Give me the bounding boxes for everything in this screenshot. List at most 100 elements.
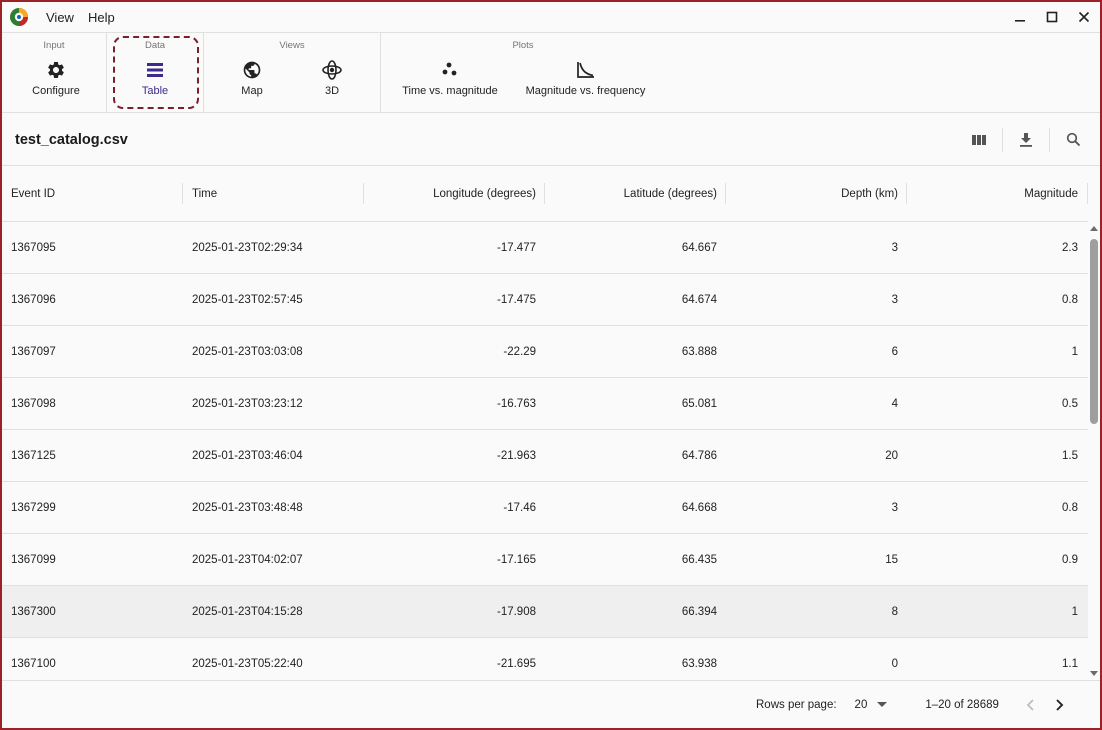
- table-row[interactable]: 1367095 2025-01-23T02:29:34 -17.477 64.6…: [2, 222, 1088, 274]
- cell-time: 2025-01-23T04:02:07: [192, 553, 303, 566]
- rows-per-page-label: Rows per page:: [756, 698, 837, 711]
- magnitude-vs-frequency-button[interactable]: Magnitude vs. frequency: [519, 59, 652, 103]
- cell-event-id: 1367125: [11, 449, 56, 462]
- cell-time: 2025-01-23T02:57:45: [192, 293, 303, 306]
- cell-latitude: 66.435: [681, 553, 717, 566]
- toolbar-divider: [1049, 127, 1050, 152]
- focus-highlight: [113, 36, 199, 109]
- column-header-magnitude[interactable]: Magnitude: [907, 166, 1088, 221]
- next-page-button[interactable]: [1045, 690, 1075, 720]
- cell-time: 2025-01-23T04:15:28: [192, 605, 303, 618]
- pagination-bar: Rows per page: 20 1–20 of 28689: [2, 680, 1100, 728]
- table-row[interactable]: 1367098 2025-01-23T03:23:12 -16.763 65.0…: [2, 378, 1088, 430]
- cell-magnitude: 2.3: [1062, 241, 1078, 254]
- column-header-depth[interactable]: Depth (km): [726, 166, 907, 221]
- table-row[interactable]: 1367100 2025-01-23T05:22:40 -21.695 63.9…: [2, 638, 1088, 680]
- scroll-down-icon[interactable]: [1090, 671, 1098, 676]
- cell-depth: 0: [891, 657, 898, 670]
- table-scrollbar[interactable]: [1088, 222, 1100, 680]
- column-header-latitude[interactable]: Latitude (degrees): [545, 166, 726, 221]
- map-label: Map: [241, 85, 263, 97]
- scatter-plot-icon: [442, 62, 457, 76]
- cell-time: 2025-01-23T03:23:12: [192, 397, 303, 410]
- cell-magnitude: 0.9: [1062, 553, 1078, 566]
- cell-depth: 6: [891, 345, 898, 358]
- cell-magnitude: 0.8: [1062, 501, 1078, 514]
- scrollbar-thumb[interactable]: [1090, 239, 1098, 424]
- table-row-hovered[interactable]: 1367300 2025-01-23T04:15:28 -17.908 66.3…: [2, 586, 1088, 638]
- table-row[interactable]: 1367299 2025-01-23T03:48:48 -17.46 64.66…: [2, 482, 1088, 534]
- minimize-icon: [1015, 20, 1025, 22]
- close-button[interactable]: [1068, 2, 1100, 32]
- column-header-longitude[interactable]: Longitude (degrees): [364, 166, 545, 221]
- cell-depth: 3: [891, 293, 898, 306]
- cell-latitude: 64.674: [681, 293, 717, 306]
- cell-longitude: -16.763: [496, 397, 536, 410]
- cell-latitude: 64.668: [681, 501, 717, 514]
- cell-longitude: -21.963: [496, 449, 536, 462]
- menu-view[interactable]: View: [46, 10, 74, 25]
- cell-latitude: 65.081: [681, 397, 717, 410]
- rows-per-page-select[interactable]: 20: [855, 699, 888, 711]
- time-vs-magnitude-button[interactable]: Time vs. magnitude: [395, 59, 505, 103]
- cell-longitude: -17.908: [496, 605, 536, 618]
- three-d-button[interactable]: 3D: [292, 59, 372, 103]
- download-button[interactable]: [1009, 123, 1043, 157]
- title-bar: View Help: [2, 2, 1100, 32]
- column-header-label: Longitude (degrees): [433, 187, 536, 200]
- cell-longitude: -17.46: [503, 501, 536, 514]
- search-button[interactable]: [1056, 123, 1090, 157]
- three-d-label: 3D: [324, 85, 340, 97]
- column-header-label: Magnitude: [1024, 187, 1078, 200]
- map-button[interactable]: Map: [212, 59, 292, 103]
- cell-longitude: -17.477: [496, 241, 536, 254]
- search-icon: [1066, 132, 1080, 147]
- column-header-label: Depth (km): [841, 187, 898, 200]
- cell-event-id: 1367100: [11, 657, 56, 670]
- cell-depth: 3: [891, 241, 898, 254]
- ribbon-group-label: Input: [43, 40, 65, 51]
- configure-label: Configure: [32, 85, 80, 97]
- table-toolbar: test_catalog.csv: [2, 114, 1100, 166]
- gear-icon: [48, 61, 64, 78]
- maximize-button[interactable]: [1036, 2, 1068, 32]
- ribbon-group-plots: Plots Time vs. magnitude Magnitude vs. f…: [381, 33, 664, 113]
- column-header-event-id[interactable]: Event ID: [2, 166, 183, 221]
- cell-time: 2025-01-23T03:46:04: [192, 449, 303, 462]
- cell-magnitude: 1: [1071, 605, 1078, 618]
- cell-latitude: 66.394: [681, 605, 717, 618]
- table-row[interactable]: 1367097 2025-01-23T03:03:08 -22.29 63.88…: [2, 326, 1088, 378]
- view-column-icon: [972, 134, 986, 145]
- cell-event-id: 1367099: [11, 553, 56, 566]
- toolbar-divider: [1002, 127, 1003, 152]
- cell-depth: 4: [891, 397, 898, 410]
- cell-depth: 20: [885, 449, 898, 462]
- maximize-icon: [1046, 11, 1058, 23]
- toolbar-actions: [962, 123, 1090, 157]
- time-vs-magnitude-label: Time vs. magnitude: [402, 85, 498, 97]
- columns-button[interactable]: [962, 123, 996, 157]
- column-header-time[interactable]: Time: [183, 166, 364, 221]
- cell-event-id: 1367098: [11, 397, 56, 410]
- cell-event-id: 1367096: [11, 293, 56, 306]
- scroll-up-icon[interactable]: [1090, 226, 1098, 231]
- table-row[interactable]: 1367125 2025-01-23T03:46:04 -21.963 64.7…: [2, 430, 1088, 482]
- cell-depth: 15: [885, 553, 898, 566]
- cell-time: 2025-01-23T03:48:48: [192, 501, 303, 514]
- data-table: Event ID Time Longitude (degrees) Latitu…: [2, 166, 1088, 680]
- chevron-right-icon: [1056, 698, 1064, 711]
- cell-longitude: -17.165: [496, 553, 536, 566]
- table-row[interactable]: 1367099 2025-01-23T04:02:07 -17.165 66.4…: [2, 534, 1088, 586]
- cell-event-id: 1367097: [11, 345, 56, 358]
- cell-latitude: 63.938: [681, 657, 717, 670]
- column-header-label: Event ID: [11, 187, 56, 200]
- window-controls: [1004, 2, 1100, 32]
- table-row[interactable]: 1367096 2025-01-23T02:57:45 -17.475 64.6…: [2, 274, 1088, 326]
- cell-time: 2025-01-23T02:29:34: [192, 241, 303, 254]
- cell-event-id: 1367299: [11, 501, 56, 514]
- menu-help[interactable]: Help: [88, 10, 115, 25]
- minimize-button[interactable]: [1004, 2, 1036, 32]
- configure-button[interactable]: Configure: [16, 59, 96, 103]
- download-icon: [1020, 132, 1032, 147]
- previous-page-button[interactable]: [1015, 690, 1045, 720]
